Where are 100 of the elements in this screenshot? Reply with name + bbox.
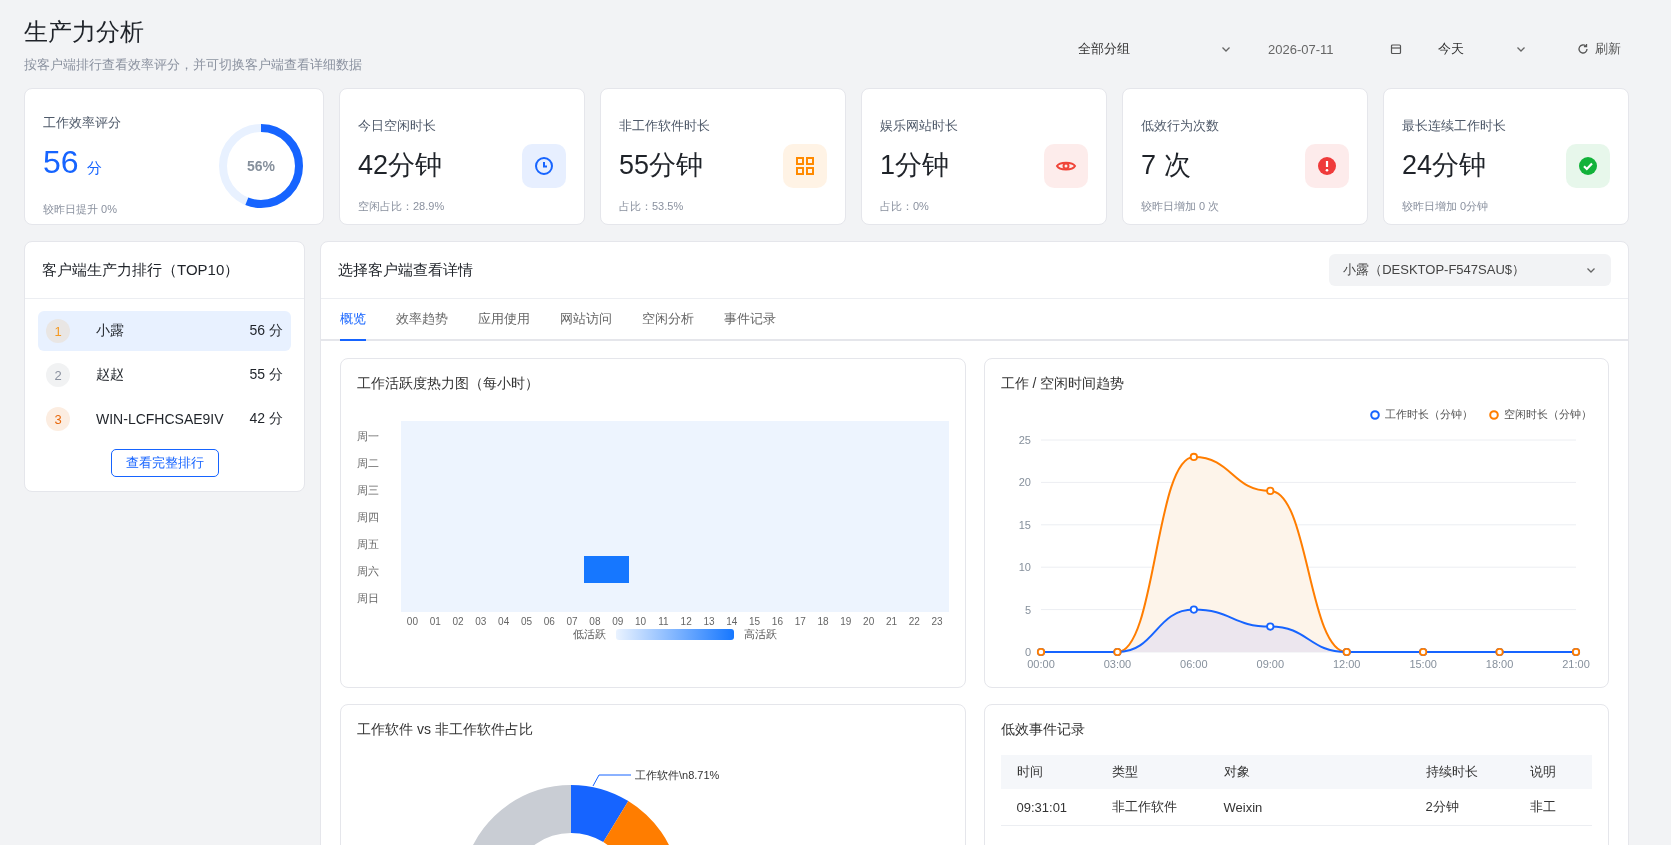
stat-note: 较昨日提升 0% [43, 202, 118, 217]
stat-note: 空闲占比：28.9% [358, 199, 445, 214]
y-tick: 10 [1018, 561, 1031, 574]
stat-label: 最长连续工作时长 [1402, 117, 1506, 135]
hour-label: 08 [588, 616, 602, 627]
row-label: 周五 [357, 537, 380, 552]
x-tick: 12:00 [1332, 658, 1360, 670]
y-tick: 25 [1018, 434, 1031, 446]
y-tick: 15 [1018, 518, 1031, 531]
hour-label: 03 [474, 616, 488, 627]
row-label: 周六 [357, 564, 380, 579]
panel-title: 选择客户端查看详情 [338, 260, 473, 280]
y-tick: 0 [1024, 646, 1031, 658]
ranking-item[interactable]: 2 赵赵 55 分 [38, 355, 291, 395]
row-label: 周二 [357, 456, 380, 471]
card-title: 低效事件记录 [1000, 721, 1086, 739]
column-header: 类型 [1095, 755, 1208, 789]
row-label: 周四 [357, 510, 380, 525]
legend-label: 空闲时长（分钟） [1504, 407, 1592, 422]
hour-label: 14 [725, 616, 739, 627]
row-label: 周三 [357, 483, 380, 498]
hour-label: 11 [657, 616, 670, 627]
full-ranking-button[interactable]: 查看完整排行 [110, 449, 219, 477]
refresh-icon [1577, 43, 1589, 55]
stat-note: 占比：53.5% [619, 199, 685, 214]
x-tick: 03:00 [1103, 658, 1131, 670]
stat-value: 7 次 [1141, 149, 1192, 182]
clock-icon [535, 156, 553, 175]
table-cell: 2分钟 [1409, 789, 1514, 826]
table-cell: 非工 [1513, 789, 1592, 826]
hour-label: 23 [930, 616, 944, 627]
hour-label: 01 [428, 616, 442, 627]
legend-marker [1489, 409, 1499, 420]
stat-note: 较昨日增加 0分钟 [1402, 199, 1490, 214]
data-point [1265, 622, 1274, 631]
stat-value: 56 [43, 144, 79, 180]
table-cell: 09:31:01 [1000, 789, 1096, 826]
hour-label: 22 [907, 616, 921, 627]
tab[interactable]: 应用使用 [478, 299, 530, 341]
legend-label: 高活跃 [743, 627, 777, 642]
x-tick: 00:00 [1026, 658, 1055, 670]
calendar-icon [1390, 43, 1402, 55]
grid-icon [796, 156, 814, 175]
ring-percent: 56% [247, 157, 275, 174]
hour-label: 16 [770, 616, 784, 627]
tab[interactable]: 网站访问 [560, 299, 612, 341]
client-name: WIN-LCFHCSAE9IV [96, 411, 225, 427]
ranking-item[interactable]: 3 WIN-LCFHCSAE9IV 42 分 [38, 399, 291, 439]
stat-value: 55分钟 [619, 149, 705, 182]
legend-label: 工作时长（分钟） [1385, 407, 1473, 422]
client-select[interactable]: 小露（DESKTOP-F547SAU$） [1329, 254, 1611, 286]
tab[interactable]: 空闲分析 [642, 299, 694, 341]
exclamation-icon [1318, 156, 1336, 175]
rank-badge: 3 [46, 407, 70, 431]
stat-value: 42分钟 [358, 149, 444, 182]
tab[interactable]: 效率趋势 [396, 299, 448, 341]
x-tick: 18:00 [1485, 658, 1513, 670]
hour-label: 12 [679, 616, 693, 627]
legend-label: 低活跃 [572, 627, 606, 642]
stat-label: 低效行为次数 [1141, 117, 1220, 135]
client-score: 42 分 [249, 410, 283, 428]
hour-label: 15 [748, 616, 762, 627]
group-select[interactable]: 全部分组 [1070, 36, 1240, 62]
rank-badge: 1 [46, 319, 70, 343]
stat-unit: 分 [86, 159, 102, 176]
stat-label: 今日空闲时长 [358, 117, 437, 135]
hour-label: 02 [451, 616, 465, 627]
x-tick: 21:00 [1561, 658, 1590, 670]
card-title: 工作 / 空闲时间趋势 [1000, 375, 1126, 393]
client-name: 小露 [96, 322, 125, 340]
stat-note: 占比：0% [880, 199, 930, 214]
column-header: 说明 [1513, 755, 1592, 789]
hour-label: 05 [519, 616, 534, 627]
card-title: 工作活跃度热力图（每小时） [357, 375, 540, 393]
date-picker[interactable]: 2026-07-11 [1260, 37, 1410, 61]
hour-label: 18 [816, 616, 830, 627]
hour-label: 21 [884, 616, 899, 627]
ranking-item[interactable]: 1 小露 56 分 [38, 311, 291, 351]
x-tick: 09:00 [1256, 658, 1284, 670]
tab[interactable]: 概览 [340, 299, 366, 341]
data-point [1189, 605, 1198, 614]
stat-value: 1分钟 [880, 149, 951, 182]
refresh-button[interactable]: 刷新 [1569, 36, 1629, 62]
hour-label: 07 [565, 616, 579, 627]
table-cell: 非工作软件 [1095, 789, 1208, 826]
stat-note: 较昨日增加 0 次 [1141, 199, 1220, 214]
rank-badge: 2 [46, 363, 70, 387]
leader-line [592, 774, 632, 787]
check-icon [1579, 156, 1597, 175]
column-header: 持续时长 [1409, 755, 1514, 789]
hour-label: 06 [542, 616, 556, 627]
range-select[interactable]: 今天 [1430, 36, 1535, 62]
y-tick: 5 [1024, 603, 1031, 616]
stat-label: 工作效率评分 [43, 114, 121, 132]
row-label: 周一 [357, 429, 380, 444]
tab[interactable]: 事件记录 [724, 299, 776, 341]
panel-title: 客户端生产力排行（TOP10） [42, 260, 240, 280]
x-tick: 06:00 [1179, 658, 1208, 670]
stat-label: 非工作软件时长 [619, 117, 710, 135]
column-header: 对象 [1207, 755, 1410, 789]
